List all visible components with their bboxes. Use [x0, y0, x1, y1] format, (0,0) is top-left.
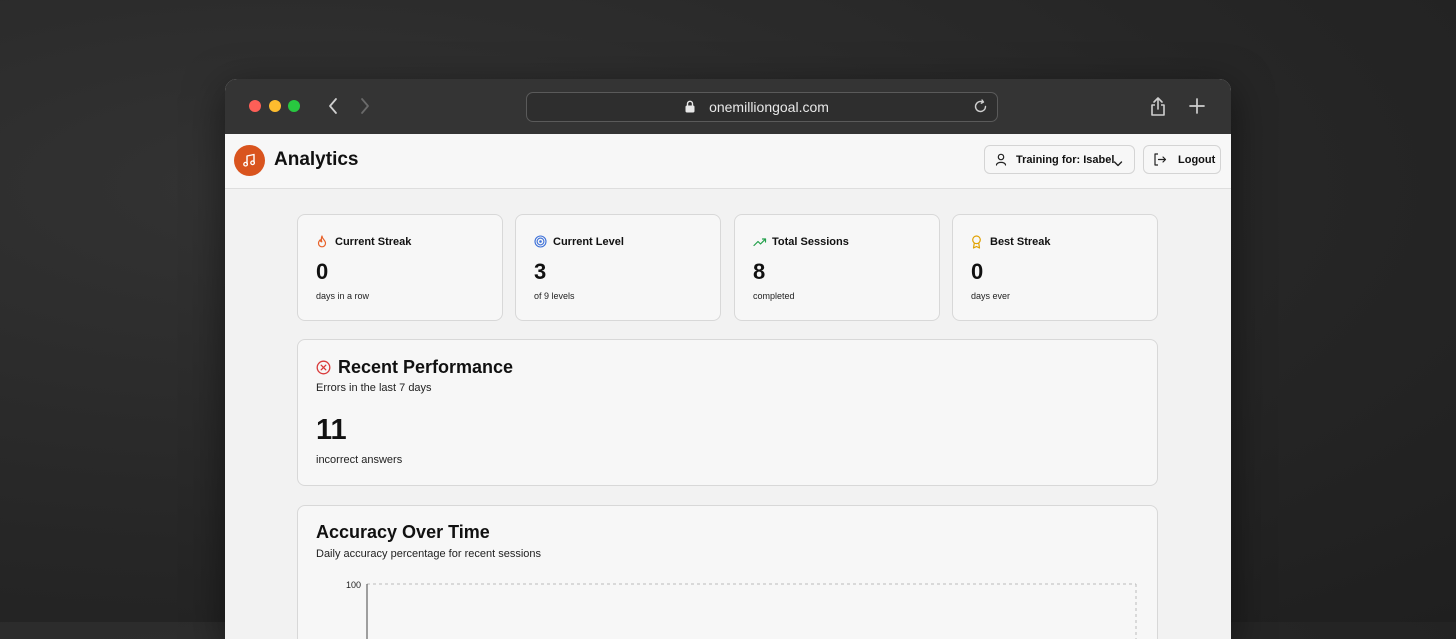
- training-for-dropdown[interactable]: Training for: Isabel: [984, 145, 1135, 174]
- stat-subtitle: of 9 levels: [534, 291, 575, 301]
- stat-title: Current Streak: [335, 236, 412, 248]
- stat-title: Best Streak: [990, 236, 1051, 248]
- stat-card-best-streak: Best Streak 0 days ever: [952, 214, 1158, 321]
- stat-value: 8: [753, 259, 766, 284]
- close-window-button[interactable]: [249, 100, 261, 112]
- share-icon[interactable]: [1149, 96, 1167, 122]
- chevron-left-icon[interactable]: [324, 96, 344, 116]
- stat-subtitle: days in a row: [316, 291, 370, 301]
- stat-card-current-level: Current Level 3 of 9 levels: [515, 214, 721, 321]
- stat-card-current-streak: Current Streak 0 days in a row: [297, 214, 503, 321]
- x-circle-icon: [316, 360, 331, 380]
- url-text: onemilliongoal.com: [709, 99, 829, 115]
- training-for-label: Training for: Isabel: [1016, 154, 1115, 166]
- music-note-icon: [234, 145, 265, 176]
- app-header: Analytics Training for: Isabel Logout: [225, 134, 1231, 189]
- flame-icon: [316, 235, 328, 253]
- target-icon: [534, 235, 547, 253]
- stat-title: Current Level: [553, 236, 624, 248]
- stat-title: Total Sessions: [772, 236, 849, 248]
- reload-icon[interactable]: [973, 99, 988, 119]
- browser-titlebar: onemilliongoal.com: [225, 79, 1231, 134]
- stat-subtitle: days ever: [971, 291, 1011, 301]
- stat-card-total-sessions: Total Sessions 8 completed: [734, 214, 940, 321]
- card-description: Errors in the last 7 days: [316, 382, 432, 394]
- minimize-window-button[interactable]: [269, 100, 281, 112]
- plus-icon[interactable]: [1188, 97, 1206, 120]
- maximize-window-button[interactable]: [288, 100, 300, 112]
- page-title: Analytics: [274, 149, 359, 170]
- logout-icon: [1153, 153, 1167, 171]
- logout-label: Logout: [1178, 154, 1216, 166]
- chevron-down-icon: [1113, 155, 1123, 173]
- error-count: 11: [316, 414, 347, 446]
- stat-value: 0: [971, 259, 984, 284]
- stat-value: 0: [316, 259, 329, 284]
- stat-value: 3: [534, 259, 547, 284]
- trending-up-icon: [753, 235, 767, 253]
- accuracy-chart: 100: [346, 580, 1137, 639]
- browser-window: onemilliongoal.com Analytics Training fo…: [225, 79, 1231, 639]
- stat-subtitle: completed: [753, 291, 795, 301]
- y-tick-label: 100: [346, 580, 361, 590]
- user-icon: [995, 153, 1007, 171]
- card-title: Accuracy Over Time: [316, 522, 490, 542]
- recent-performance-card: Recent Performance Errors in the last 7 …: [297, 339, 1158, 486]
- error-count-label: incorrect answers: [316, 454, 403, 466]
- chevron-right-icon[interactable]: [354, 96, 374, 116]
- card-description: Daily accuracy percentage for recent ses…: [316, 548, 541, 560]
- address-bar[interactable]: onemilliongoal.com: [526, 92, 998, 122]
- card-title: Recent Performance: [338, 357, 514, 377]
- award-icon: [971, 235, 982, 254]
- logout-button[interactable]: Logout: [1143, 145, 1221, 174]
- accuracy-over-time-card: Accuracy Over Time Daily accuracy percen…: [297, 505, 1158, 639]
